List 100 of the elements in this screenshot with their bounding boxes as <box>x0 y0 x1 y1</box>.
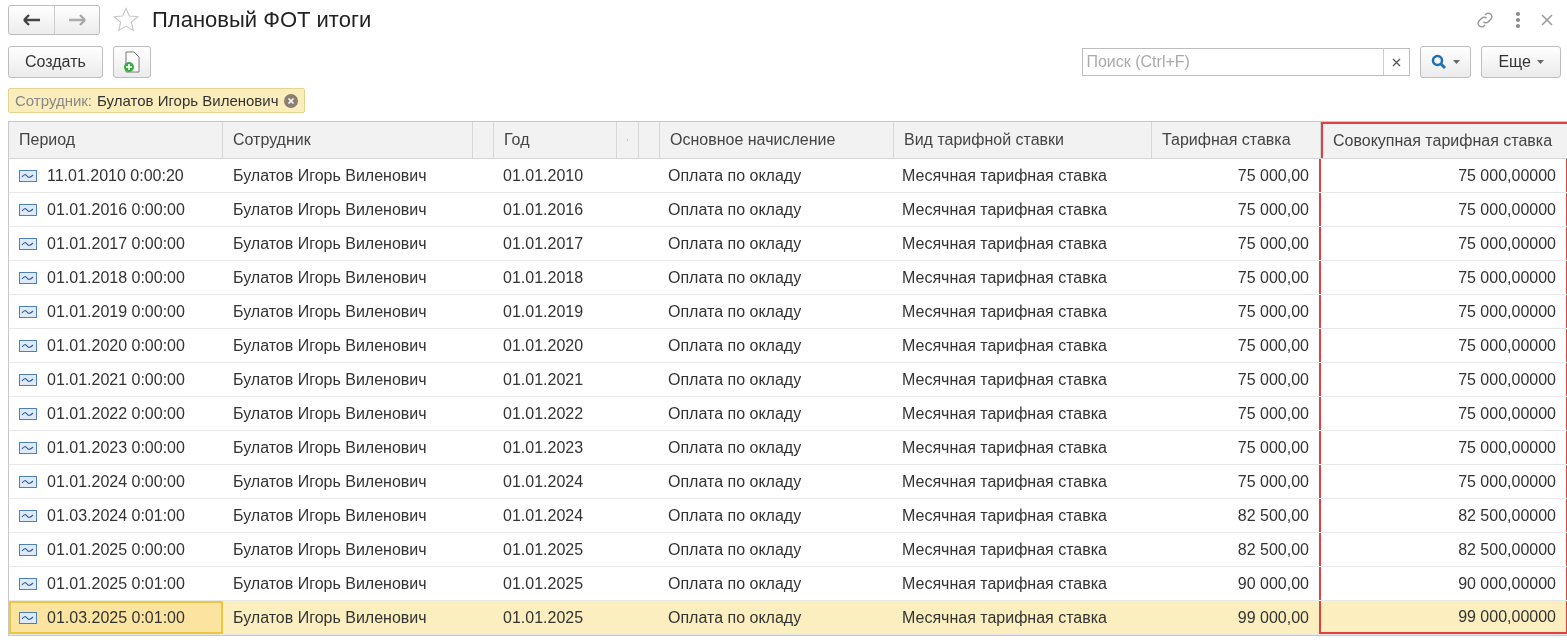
table-cell: 90 000,00000 <box>1458 574 1556 593</box>
table-cell: 75 000,00 <box>1237 268 1309 287</box>
table-cell: 01.01.2025 0:01:00 <box>47 574 185 593</box>
table-row[interactable]: 01.01.2025 0:01:00 Булатов Игорь Виленович 01.01.2025 Оплата по окладу Месячная тарифная ставка 90 000,00 90 000,00000 <box>9 567 1567 601</box>
filter-value: Булатов Игорь Виленович <box>97 92 279 109</box>
table-row[interactable]: 01.03.2024 0:01:00 Булатов Игорь Виленович 01.01.2024 Оплата по окладу Месячная тарифная ставка 82 500,00 82 500,00000 <box>9 499 1567 533</box>
table-cell: 01.01.2023 <box>503 438 584 457</box>
table-cell: 01.01.2010 <box>503 166 584 185</box>
column-header[interactable]: Тарифная ставка <box>1152 122 1321 158</box>
search-field[interactable]: Поиск (Ctrl+F) <box>1082 48 1384 76</box>
table-cell: 75 000,00000 <box>1458 472 1556 491</box>
add-file-button[interactable] <box>112 46 151 78</box>
column-header[interactable]: Сотрудник <box>223 122 473 158</box>
table-cell: Булатов Игорь Виленович <box>233 506 427 525</box>
caret-icon <box>1453 60 1461 64</box>
table-row[interactable]: 01.01.2024 0:00:00 Булатов Игорь Виленович 01.01.2024 Оплата по окладу Месячная тарифная ставка 75 000,00 75 000,00000 <box>9 465 1567 499</box>
table-cell: Булатов Игорь Виленович <box>233 574 427 593</box>
table-row[interactable]: 01.01.2019 0:00:00 Булатов Игорь Виленович 01.01.2019 Оплата по окладу Месячная тарифная ставка 75 000,00 75 000,00000 <box>9 295 1567 329</box>
table-row[interactable]: 01.01.2021 0:00:00 Булатов Игорь Виленович 01.01.2021 Оплата по окладу Месячная тарифная ставка 75 000,00 75 000,00000 <box>9 363 1567 397</box>
register-record-icon <box>19 611 37 624</box>
table-cell: Оплата по окладу <box>668 166 802 185</box>
table-cell: 01.01.2020 <box>503 336 584 355</box>
table-cell: Булатов Игорь Виленович <box>233 438 427 457</box>
table-cell: 01.01.2017 <box>503 234 584 253</box>
table-cell: 01.03.2025 0:01:00 <box>47 608 185 627</box>
remove-filter-icon[interactable] <box>283 93 298 108</box>
register-record-icon <box>19 237 37 250</box>
table-cell: Оплата по окладу <box>668 506 802 525</box>
register-record-icon <box>19 475 37 488</box>
table-cell: Булатов Игорь Виленович <box>233 472 427 491</box>
table-cell: 75 000,00000 <box>1458 438 1556 457</box>
close-icon <box>1541 14 1553 26</box>
table-row[interactable]: 01.01.2018 0:00:00 Булатов Игорь Виленович 01.01.2018 Оплата по окладу Месячная тарифная ставка 75 000,00 75 000,00000 <box>9 261 1567 295</box>
table-row[interactable]: 01.03.2025 0:01:00 Булатов Игорь Виленович 01.01.2025 Оплата по окладу Месячная тарифная ставка 99 000,00 99 000,00000 <box>9 601 1567 635</box>
register-record-icon <box>19 509 37 522</box>
column-header[interactable]: Период <box>9 122 223 158</box>
search-icon <box>1431 54 1448 70</box>
table-cell: 82 500,00 <box>1237 506 1309 525</box>
table-row[interactable]: 01.01.2020 0:00:00 Булатов Игорь Виленович 01.01.2020 Оплата по окладу Месячная тарифная ставка 75 000,00 75 000,00000 <box>9 329 1567 363</box>
table-row[interactable]: 11.01.2010 0:00:20 Булатов Игорь Виленович 01.01.2010 Оплата по окладу Месячная тарифная ставка 75 000,00 75 000,00000 <box>9 159 1567 193</box>
table-cell: 01.01.2025 <box>503 608 584 627</box>
table-cell: Оплата по окладу <box>668 472 802 491</box>
table-cell: Булатов Игорь Виленович <box>233 370 427 389</box>
table-row[interactable]: 01.01.2016 0:00:00 Булатов Игорь Виленович 01.01.2016 Оплата по окладу Месячная тарифная ставка 75 000,00 75 000,00000 <box>9 193 1567 227</box>
table-cell: 01.03.2024 0:01:00 <box>47 506 185 525</box>
table-cell: Оплата по окладу <box>668 268 802 287</box>
clear-search-button[interactable] <box>1383 48 1411 76</box>
table-cell: Месячная тарифная ставка <box>902 268 1107 287</box>
table-cell: 75 000,00 <box>1237 234 1309 253</box>
register-record-icon <box>19 543 37 556</box>
table-cell: 75 000,00 <box>1237 200 1309 219</box>
create-button[interactable]: Создать <box>8 46 103 78</box>
table-cell: Булатов Игорь Виленович <box>233 234 427 253</box>
table-row[interactable]: 01.01.2022 0:00:00 Булатов Игорь Виленович 01.01.2022 Оплата по окладу Месячная тарифная ставка 75 000,00 75 000,00000 <box>9 397 1567 431</box>
table-cell: Оплата по окладу <box>668 404 802 423</box>
register-record-icon <box>19 271 37 284</box>
table-cell: 01.01.2022 0:00:00 <box>47 404 185 423</box>
table-cell: 90 000,00 <box>1237 574 1309 593</box>
table-cell: Месячная тарифная ставка <box>902 200 1107 219</box>
star-icon[interactable] <box>112 6 140 34</box>
table-cell: 75 000,00000 <box>1458 200 1556 219</box>
table-cell: 75 000,00000 <box>1458 370 1556 389</box>
table-row[interactable]: 01.01.2025 0:00:00 Булатов Игорь Виленович 01.01.2025 Оплата по окладу Месячная тарифная ставка 82 500,00 82 500,00000 <box>9 533 1567 567</box>
column-header[interactable]: Вид тарифной ставки <box>894 122 1152 158</box>
table-cell: Оплата по окладу <box>668 302 802 321</box>
table-cell: Булатов Игорь Виленович <box>233 200 427 219</box>
table-cell: 01.01.2020 0:00:00 <box>47 336 185 355</box>
table-cell: 01.01.2017 0:00:00 <box>47 234 185 253</box>
table-cell: 01.01.2021 <box>503 370 584 389</box>
register-record-icon <box>19 339 37 352</box>
table-cell: 01.01.2024 <box>503 472 584 491</box>
register-record-icon <box>19 407 37 420</box>
table-cell: 01.01.2022 <box>503 404 584 423</box>
table-cell: Месячная тарифная ставка <box>902 336 1107 355</box>
column-header[interactable]: Основное начисление <box>660 122 894 158</box>
table-cell: 82 500,00000 <box>1458 506 1556 525</box>
table-cell: 75 000,00000 <box>1458 302 1556 321</box>
table-cell: Месячная тарифная ставка <box>902 370 1107 389</box>
table-cell: Оплата по окладу <box>668 200 802 219</box>
table-cell: Месячная тарифная ставка <box>902 404 1107 423</box>
filter-chip[interactable]: Сотрудник: Булатов Игорь Виленович <box>8 88 305 113</box>
table-cell: 99 000,00000 <box>1458 607 1556 626</box>
document-plus-icon <box>122 51 141 73</box>
table-cell: 75 000,00 <box>1237 404 1309 423</box>
table-cell: 99 000,00 <box>1237 608 1309 627</box>
table-cell: 82 500,00000 <box>1458 540 1556 559</box>
column-header[interactable]: Год <box>494 122 617 158</box>
table-row[interactable]: 01.01.2017 0:00:00 Булатов Игорь Виленович 01.01.2017 Оплата по окладу Месячная тарифная ставка 75 000,00 75 000,00000 <box>9 227 1567 261</box>
left-arrow-icon <box>22 14 41 26</box>
table-cell: 75 000,00000 <box>1458 234 1556 253</box>
table-cell: Оплата по окладу <box>668 574 802 593</box>
table-cell: 01.01.2024 <box>503 506 584 525</box>
search-button[interactable] <box>1420 46 1472 78</box>
table-cell: Булатов Игорь Виленович <box>233 268 427 287</box>
caret-icon <box>1537 60 1544 64</box>
table-cell: Оплата по окладу <box>668 608 802 627</box>
more-button[interactable]: Еще <box>1481 46 1561 78</box>
register-record-icon <box>19 373 37 386</box>
table-row[interactable]: 01.01.2023 0:00:00 Булатов Игорь Виленович 01.01.2023 Оплата по окладу Месячная тарифная ставка 75 000,00 75 000,00000 <box>9 431 1567 465</box>
register-record-icon <box>19 577 37 590</box>
